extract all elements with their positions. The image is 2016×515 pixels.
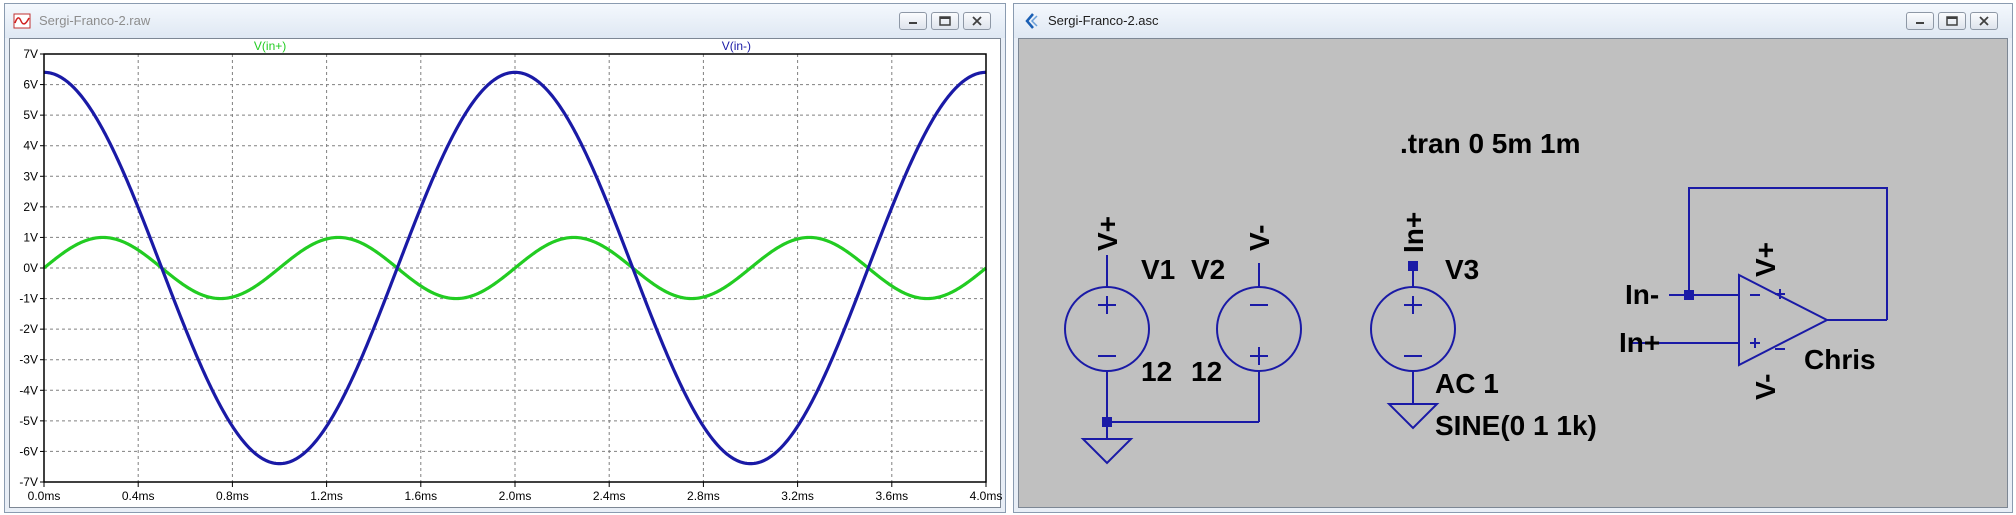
y-tick-label: 7V — [23, 47, 38, 61]
trace-label-vinminus: V(in-) — [722, 39, 751, 53]
y-tick-label: -1V — [19, 292, 38, 306]
y-tick-label: 0V — [23, 261, 38, 275]
maximize-button[interactable] — [931, 12, 959, 30]
net-label-inplus[interactable]: In+ — [1398, 212, 1429, 253]
schematic-drawing[interactable]: .tran 0 5m 1m V+ V1 12 V- V2 12 In+ V3 A… — [1019, 39, 2009, 509]
y-tick-label: 6V — [23, 78, 38, 92]
minimize-button[interactable] — [1906, 12, 1934, 30]
x-tick-label: 0.0ms — [28, 489, 61, 503]
x-tick-label: 0.8ms — [216, 489, 249, 503]
x-tick-label: 0.4ms — [122, 489, 155, 503]
x-tick-label: 3.2ms — [781, 489, 814, 503]
y-tick-label: 4V — [23, 139, 38, 153]
x-tick-label: 2.4ms — [593, 489, 626, 503]
opamp-vneg-label[interactable]: V- — [1750, 374, 1781, 400]
waveform-titlebar[interactable]: Sergi-Franco-2.raw — [5, 4, 1005, 38]
schematic-window-title: Sergi-Franco-2.asc — [1048, 13, 1159, 28]
y-tick-label: -4V — [19, 383, 38, 397]
schematic-canvas[interactable]: .tran 0 5m 1m V+ V1 12 V- V2 12 In+ V3 A… — [1018, 38, 2008, 508]
opamp-name[interactable]: Chris — [1804, 344, 1876, 375]
tran-directive[interactable]: .tran 0 5m 1m — [1400, 128, 1581, 159]
x-tick-label: 3.6ms — [875, 489, 908, 503]
opamp-inv-label[interactable]: In- — [1625, 279, 1659, 310]
x-tick-label: 1.2ms — [310, 489, 343, 503]
close-button[interactable] — [1970, 12, 1998, 30]
schematic-app-icon — [1025, 13, 1038, 29]
ground-symbol-v1 — [1080, 422, 1134, 465]
voltage-source-v3[interactable] — [1370, 265, 1456, 430]
voltage-source-v1[interactable] — [1064, 255, 1150, 422]
y-tick-label: 5V — [23, 108, 38, 122]
waveform-app-icon — [13, 13, 31, 29]
x-tick-label: 2.0ms — [499, 489, 532, 503]
x-tick-label: 1.6ms — [404, 489, 437, 503]
y-tick-label: -6V — [19, 444, 38, 458]
y-tick-label: -2V — [19, 322, 38, 336]
node-junction — [1408, 261, 1418, 271]
waveform-window: Sergi-Franco-2.raw V(in+) V(in-) 0.0ms 0.4… — [4, 3, 1006, 513]
waveform-chart[interactable]: V(in+) V(in-) 0.0ms 0.4ms 0.8ms 1.2ms 1.6ms 2.… — [10, 39, 1002, 509]
minimize-button[interactable] — [899, 12, 927, 30]
v2-name[interactable]: V2 — [1191, 254, 1225, 285]
opamp-vpos-label[interactable]: V+ — [1750, 242, 1781, 277]
y-tick-label: 2V — [23, 200, 38, 214]
node-junction — [1684, 290, 1694, 300]
waveform-window-title: Sergi-Franco-2.raw — [39, 13, 151, 28]
x-tick-label: 4.0ms — [970, 489, 1002, 503]
v3-name[interactable]: V3 — [1445, 254, 1479, 285]
v3-ac-value[interactable]: AC 1 — [1435, 368, 1499, 399]
plot-pane[interactable]: V(in+) V(in-) 0.0ms 0.4ms 0.8ms 1.2ms 1.6ms 2.… — [9, 38, 1002, 509]
y-tick-label: 3V — [23, 169, 38, 183]
v1-name[interactable]: V1 — [1141, 254, 1175, 285]
y-tick-label: -3V — [19, 353, 38, 367]
y-tick-label: 1V — [23, 230, 38, 244]
y-tick-label: -7V — [19, 475, 38, 489]
trace-label-vinplus: V(in+) — [254, 39, 286, 53]
schematic-titlebar[interactable]: Sergi-Franco-2.asc — [1014, 4, 2012, 38]
schematic-window: Sergi-Franco-2.asc .tran 0 5m 1m V+ V1 1 — [1013, 3, 2013, 513]
voltage-source-v2[interactable] — [1216, 263, 1302, 422]
x-tick-label: 2.8ms — [687, 489, 720, 503]
opamp-noninv-label[interactable]: In+ — [1619, 327, 1660, 358]
v1-value[interactable]: 12 — [1141, 356, 1172, 387]
net-label-vminus[interactable]: V- — [1244, 225, 1275, 251]
v2-value[interactable]: 12 — [1191, 356, 1222, 387]
v3-sine-value[interactable]: SINE(0 1 1k) — [1435, 410, 1597, 441]
net-label-vplus[interactable]: V+ — [1092, 216, 1123, 251]
y-tick-label: -5V — [19, 414, 38, 428]
restore-button[interactable] — [1938, 12, 1966, 30]
close-button[interactable] — [963, 12, 991, 30]
